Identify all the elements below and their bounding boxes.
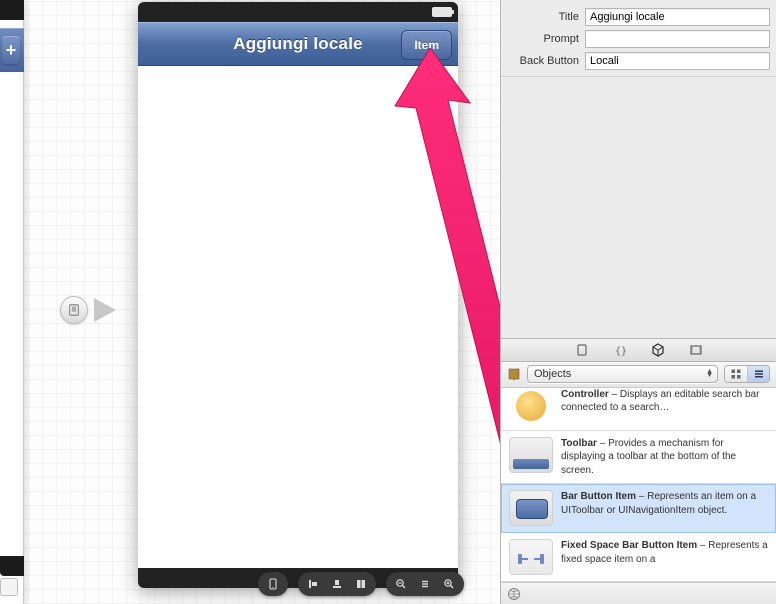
attr-label: Prompt bbox=[501, 33, 585, 45]
library-thumb-icon bbox=[509, 539, 553, 575]
form-factor-pill bbox=[258, 572, 288, 596]
view-mode-grid-button[interactable] bbox=[725, 366, 747, 382]
object-library-tab[interactable] bbox=[650, 342, 666, 358]
popup-arrows-icon: ▲▼ bbox=[706, 370, 713, 378]
scene-tool-pills bbox=[258, 572, 464, 596]
file-template-library-tab[interactable] bbox=[574, 342, 590, 358]
zoom-in-button[interactable] bbox=[440, 575, 458, 593]
library-header: Objects ▲▼ bbox=[501, 362, 776, 388]
zoom-actual-button[interactable] bbox=[416, 575, 434, 593]
nav-right-bar-button-label: Item bbox=[414, 38, 439, 52]
attr-label: Title bbox=[501, 11, 585, 23]
scene-content-view[interactable] bbox=[138, 66, 458, 568]
attr-label: Back Button bbox=[501, 55, 585, 67]
storyboard-canvas[interactable]: + Aggiungi locale Item bbox=[0, 0, 500, 604]
library-thumb-icon bbox=[509, 437, 553, 473]
view-controller-scene[interactable]: Aggiungi locale Item bbox=[138, 2, 458, 588]
filter-scope-icon[interactable] bbox=[507, 587, 521, 601]
media-library-tab[interactable] bbox=[688, 342, 704, 358]
library-thumb-icon bbox=[509, 490, 553, 526]
battery-icon bbox=[432, 7, 452, 17]
zoom-out-button[interactable] bbox=[392, 575, 410, 593]
align-bottom-button[interactable] bbox=[328, 575, 346, 593]
svg-text:{}: {} bbox=[615, 346, 627, 357]
zoom-pill bbox=[386, 572, 464, 596]
title-field[interactable] bbox=[585, 8, 770, 26]
nav-right-bar-button[interactable]: Item bbox=[401, 30, 452, 60]
plus-icon: + bbox=[2, 36, 20, 64]
book-icon bbox=[507, 367, 521, 381]
library-item-bar-button-item[interactable]: Bar Button Item – Represents an item on … bbox=[501, 484, 776, 533]
back-button-field[interactable] bbox=[585, 52, 770, 70]
view-mode-list-button[interactable] bbox=[747, 366, 769, 382]
attr-row-title: Title bbox=[501, 6, 776, 28]
align-left-button[interactable] bbox=[304, 575, 322, 593]
code-snippet-library-tab[interactable]: {} bbox=[612, 342, 628, 358]
objects-filter-popup[interactable]: Objects ▲▼ bbox=[527, 365, 718, 383]
attributes-inspector: Title Prompt Back Button bbox=[501, 0, 776, 77]
nav-title: Aggiungi locale bbox=[233, 34, 363, 54]
library-tab-strip: {} bbox=[501, 338, 776, 362]
align-rects-button[interactable] bbox=[352, 575, 370, 593]
segue-badge-icon bbox=[60, 296, 88, 324]
library-item-toolbar[interactable]: Toolbar – Provides a mechanism for displ… bbox=[501, 431, 776, 485]
objects-filter-label: Objects bbox=[534, 368, 571, 380]
library-item-fixed-space[interactable]: Fixed Space Bar Button Item – Represents… bbox=[501, 533, 776, 582]
library-thumb-icon bbox=[509, 388, 553, 424]
attr-row-prompt: Prompt bbox=[501, 28, 776, 50]
previous-scene-sliver: + bbox=[0, 0, 24, 604]
navigation-bar[interactable]: Aggiungi locale Item bbox=[138, 22, 458, 66]
library-footer bbox=[501, 582, 776, 604]
object-library-list[interactable]: Controller – Displays an editable search… bbox=[501, 388, 776, 583]
chevron-right-icon bbox=[94, 298, 116, 322]
segue-arrow[interactable] bbox=[60, 296, 116, 324]
layout-pill bbox=[298, 572, 376, 596]
previous-add-button[interactable]: + bbox=[2, 36, 20, 64]
device-type-button[interactable] bbox=[264, 575, 282, 593]
library-view-mode-segment bbox=[724, 365, 770, 383]
library-item-controller[interactable]: Controller – Displays an editable search… bbox=[501, 388, 776, 431]
prompt-field[interactable] bbox=[585, 30, 770, 48]
attr-row-back-button: Back Button bbox=[501, 50, 776, 72]
previous-minimap-button[interactable] bbox=[0, 578, 18, 596]
status-bar bbox=[138, 2, 458, 22]
utilities-panel: Title Prompt Back Button {} Objects bbox=[500, 0, 776, 604]
